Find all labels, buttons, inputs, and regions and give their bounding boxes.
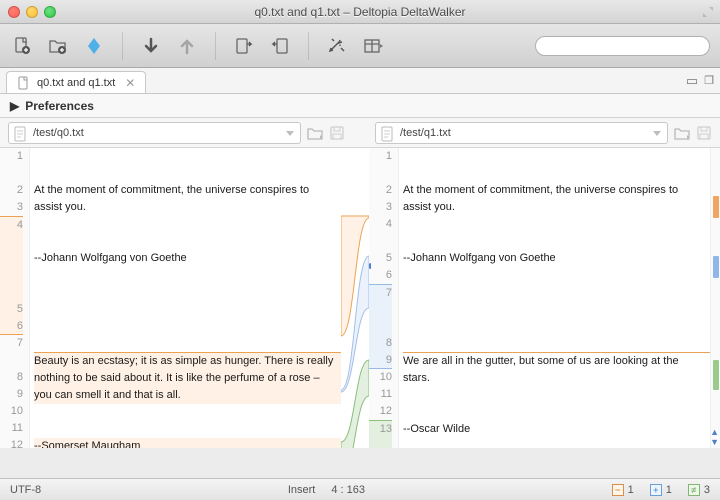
scroll-up-icon[interactable]: ▲	[710, 428, 719, 436]
text-line: --Johann Wolfgang von Goethe	[34, 250, 341, 267]
right-pane[interactable]: 1 2 3 4 5 6 7 8 9 10 11 12 13 14 15 At t…	[369, 148, 710, 448]
layout-button[interactable]	[361, 34, 385, 58]
status-mode[interactable]: Insert	[288, 484, 316, 496]
overview-ruler[interactable]: ▲ ▼	[710, 148, 720, 448]
document-icon	[14, 126, 28, 142]
window-controls	[0, 6, 56, 18]
document-icon	[381, 126, 395, 142]
restore-pane-icon[interactable]: ❐	[704, 74, 714, 87]
copy-left-button[interactable]	[268, 34, 292, 58]
compare-button[interactable]	[82, 34, 106, 58]
editor-tab-label: q0.txt and q1.txt	[37, 77, 115, 89]
new-file-comparison-button[interactable]	[10, 34, 34, 58]
left-gutter: 1 2 3 4 5 6 7 8 9 10 11 12 13	[0, 148, 30, 448]
prev-diff-button[interactable]	[175, 34, 199, 58]
diff-connector	[341, 148, 369, 448]
save-icon[interactable]	[329, 125, 345, 141]
status-position: 4 : 163	[331, 484, 365, 496]
file-path-right[interactable]: /test/q1.txt	[375, 122, 668, 144]
minimize-window-button[interactable]	[26, 6, 38, 18]
file-path-left[interactable]: /test/q0.txt	[8, 122, 301, 144]
merge-left-arrow-icon[interactable]	[369, 259, 373, 273]
text-line: --Oscar Wilde	[403, 421, 710, 438]
text-line: At the moment of commitment, the univers…	[403, 182, 710, 216]
left-text[interactable]: At the moment of commitment, the univers…	[30, 148, 341, 448]
status-bar: UTF-8 Insert 4 : 163 −1 +1 ≠3	[0, 478, 720, 500]
text-line: We are all in the gutter, but some of us…	[403, 352, 710, 387]
text-line	[403, 301, 710, 318]
text-line: Beauty is an ecstasy; it is as simple as…	[34, 352, 341, 404]
left-pane[interactable]: 1 2 3 4 5 6 7 8 9 10 11 12 13 At the mom…	[0, 148, 341, 448]
close-window-button[interactable]	[8, 6, 20, 18]
save-icon[interactable]	[696, 125, 712, 141]
preferences-bar[interactable]: ▶ Preferences	[0, 94, 720, 118]
text-line: --Johann Wolfgang von Goethe	[403, 250, 710, 267]
status-removed: −1	[612, 484, 634, 496]
document-icon	[17, 76, 31, 90]
status-changed: ≠3	[688, 484, 710, 496]
main-toolbar	[0, 24, 720, 68]
text-line: At the moment of commitment, the univers…	[34, 182, 341, 216]
editor-tab-active[interactable]: q0.txt and q1.txt ✕	[6, 71, 146, 93]
status-added: +1	[650, 484, 672, 496]
browse-folder-icon[interactable]	[307, 125, 323, 141]
new-folder-comparison-button[interactable]	[46, 34, 70, 58]
disclosure-triangle-icon[interactable]: ▶	[10, 99, 19, 113]
text-line: --Somerset Maugham	[34, 438, 341, 448]
file-header-left: /test/q0.txt	[0, 118, 353, 147]
file-headers: /test/q0.txt /test/q1.txt	[0, 118, 720, 148]
editor-tab-strip: q0.txt and q1.txt ✕ ▭ ❐	[0, 68, 720, 94]
titlebar: q0.txt and q1.txt – Deltopia DeltaWalker	[0, 0, 720, 24]
diff-panes: 1 2 3 4 5 6 7 8 9 10 11 12 13 At the mom…	[0, 148, 720, 448]
fullscreen-icon[interactable]	[702, 6, 714, 18]
next-diff-button[interactable]	[139, 34, 163, 58]
status-encoding[interactable]: UTF-8	[10, 484, 41, 496]
zoom-window-button[interactable]	[44, 6, 56, 18]
window-title: q0.txt and q1.txt – Deltopia DeltaWalker	[0, 5, 720, 19]
preferences-label: Preferences	[25, 99, 94, 113]
settings-button[interactable]	[325, 34, 349, 58]
right-text[interactable]: At the moment of commitment, the univers…	[399, 148, 710, 448]
copy-right-button[interactable]	[232, 34, 256, 58]
text-line	[34, 301, 341, 318]
dropdown-icon[interactable]	[651, 127, 663, 139]
scroll-down-icon[interactable]: ▼	[710, 438, 719, 446]
file-header-right: /test/q1.txt	[367, 118, 720, 147]
search-input[interactable]	[535, 36, 710, 56]
close-tab-icon[interactable]: ✕	[125, 76, 135, 90]
dropdown-icon[interactable]	[284, 127, 296, 139]
browse-folder-icon[interactable]	[674, 125, 690, 141]
minimize-pane-icon[interactable]: ▭	[686, 73, 698, 89]
right-gutter: 1 2 3 4 5 6 7 8 9 10 11 12 13 14 15	[369, 148, 399, 448]
